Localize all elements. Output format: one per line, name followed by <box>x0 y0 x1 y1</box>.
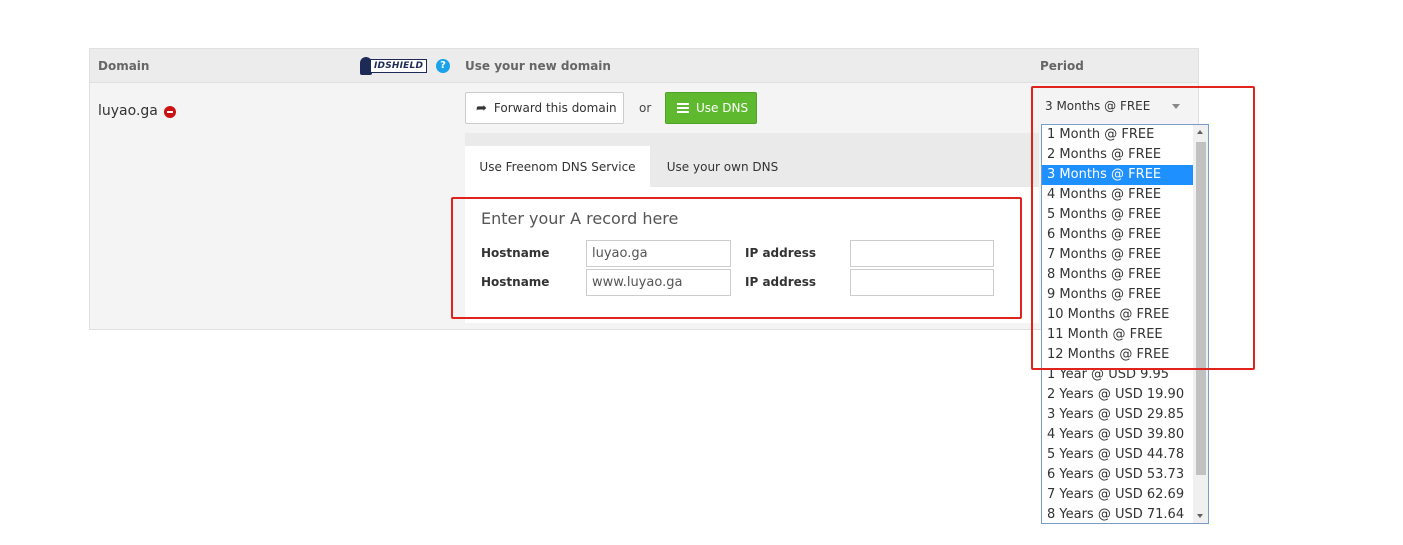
period-option[interactable]: 5 Years @ USD 44.78 <box>1042 445 1193 465</box>
domain-config-panel: Domain IDSHIELD ? Use your new domain Pe… <box>89 48 1199 330</box>
tab-freenom-dns[interactable]: Use Freenom DNS Service <box>465 146 650 187</box>
period-option[interactable]: 7 Years @ USD 62.69 <box>1042 485 1193 505</box>
period-option[interactable]: 2 Years @ USD 19.90 <box>1042 385 1193 405</box>
domain-column-header: Domain <box>98 59 150 73</box>
hostname-label: Hostname <box>481 246 550 260</box>
chevron-down-icon <box>1172 104 1180 109</box>
hostname-label: Hostname <box>481 275 550 289</box>
forward-domain-button[interactable]: ➦ Forward this domain <box>465 92 624 124</box>
a-record-form: Enter your A record here Hostname IP add… <box>465 187 1039 323</box>
table-header: Domain IDSHIELD ? Use your new domain Pe… <box>90 49 1198 83</box>
period-selected-value: 3 Months @ FREE <box>1045 99 1151 113</box>
idshield-logo: IDSHIELD <box>360 57 428 75</box>
period-option[interactable]: 2 Months @ FREE <box>1042 145 1193 165</box>
a-record-title: Enter your A record here <box>481 209 679 228</box>
period-option[interactable]: 11 Month @ FREE <box>1042 325 1193 345</box>
period-option[interactable]: 5 Months @ FREE <box>1042 205 1193 225</box>
scroll-down-icon[interactable] <box>1193 508 1208 523</box>
idshield-text: IDSHIELD <box>370 59 428 73</box>
period-option[interactable]: 6 Months @ FREE <box>1042 225 1193 245</box>
period-option[interactable]: 8 Months @ FREE <box>1042 265 1193 285</box>
ip-address-label: IP address <box>745 275 817 289</box>
dropdown-scrollbar[interactable] <box>1193 125 1208 523</box>
use-domain-column-header: Use your new domain <box>465 59 611 73</box>
remove-domain-icon[interactable] <box>164 106 176 118</box>
dns-tabs: Use Freenom DNS Service Use your own DNS <box>465 133 1039 187</box>
ip-address-input[interactable] <box>850 269 994 296</box>
ip-address-input[interactable] <box>850 240 994 267</box>
help-icon[interactable]: ? <box>436 59 450 73</box>
period-option[interactable]: 1 Month @ FREE <box>1042 125 1193 145</box>
period-option[interactable]: 10 Months @ FREE <box>1042 305 1193 325</box>
period-option[interactable]: 1 Year @ USD 9.95 <box>1042 365 1193 385</box>
period-option[interactable]: 4 Years @ USD 39.80 <box>1042 425 1193 445</box>
period-option[interactable]: 8 Years @ USD 71.64 <box>1042 505 1193 523</box>
period-select[interactable]: 3 Months @ FREE <box>1040 94 1190 120</box>
hostname-input[interactable] <box>586 240 731 267</box>
period-option[interactable]: 7 Months @ FREE <box>1042 245 1193 265</box>
forward-button-label: Forward this domain <box>493 101 617 115</box>
period-option[interactable]: 9 Months @ FREE <box>1042 285 1193 305</box>
period-dropdown-list[interactable]: 1 Month @ FREE 2 Months @ FREE 3 Months @ … <box>1041 124 1209 524</box>
period-option[interactable]: 3 Months @ FREE <box>1042 165 1193 185</box>
period-column-header: Period <box>1040 59 1084 73</box>
use-dns-button[interactable]: Use DNS <box>665 92 757 124</box>
domain-name: luyao.ga <box>98 103 158 119</box>
scroll-up-icon[interactable] <box>1193 125 1208 140</box>
tab-own-dns[interactable]: Use your own DNS <box>650 146 795 187</box>
share-arrow-icon: ➦ <box>476 100 487 116</box>
ip-address-label: IP address <box>745 246 817 260</box>
scroll-thumb[interactable] <box>1196 142 1206 475</box>
or-text: or <box>639 101 652 115</box>
period-option[interactable]: 12 Months @ FREE <box>1042 345 1193 365</box>
period-option[interactable]: 3 Years @ USD 29.85 <box>1042 405 1193 425</box>
list-icon <box>677 103 689 113</box>
dns-button-label: Use DNS <box>696 101 749 115</box>
hostname-input[interactable] <box>586 269 731 296</box>
period-option[interactable]: 4 Months @ FREE <box>1042 185 1193 205</box>
period-option[interactable]: 6 Years @ USD 53.73 <box>1042 465 1193 485</box>
